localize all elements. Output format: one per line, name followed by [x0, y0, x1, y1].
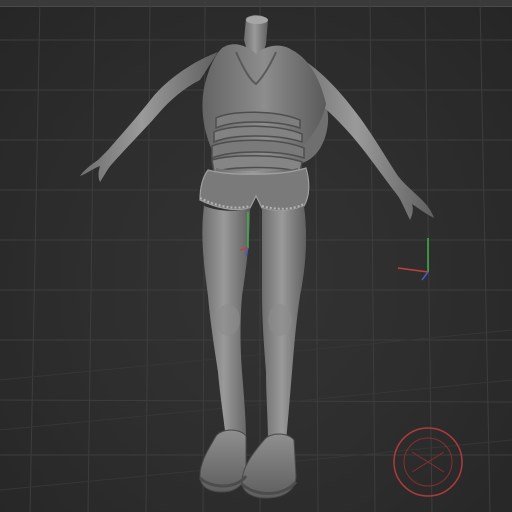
character-model[interactable]	[80, 15, 434, 499]
rotate-gizmo-icon[interactable]	[393, 427, 463, 497]
axis-x-icon	[397, 238, 429, 281]
3d-viewport[interactable]	[0, 0, 512, 512]
neck-cap	[246, 16, 268, 24]
right-knee	[268, 304, 292, 336]
viewport-scene[interactable]	[0, 0, 512, 512]
left-knee	[216, 304, 240, 336]
